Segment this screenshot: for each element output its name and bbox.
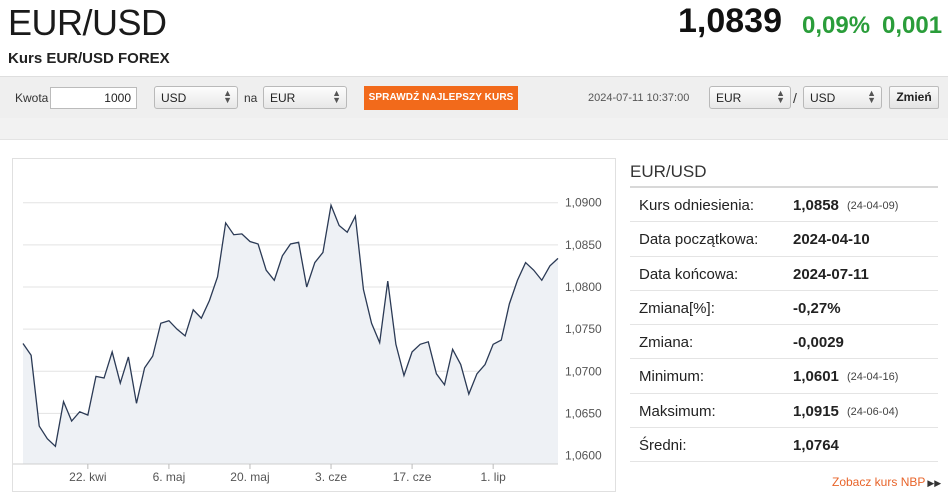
stats-row: Zmiana[%]: -0,27%	[630, 291, 938, 326]
stats-title: EUR/USD	[630, 158, 938, 188]
change-percent: 0,09%	[802, 12, 871, 39]
converter-toolbar: Kwota USD ▲▼ na EUR ▲▼ SPRAWDŹ NAJLEPSZY…	[0, 76, 948, 118]
stats-row-value: 2024-04-10	[793, 231, 870, 249]
stats-rows: Kurs odniesienia: 1,0858 (24-04-09) Data po…	[630, 188, 938, 463]
pair-separator: /	[793, 90, 797, 106]
stats-row-value: 2024-07-11	[793, 265, 869, 283]
nbp-link[interactable]: Zobacz kurs NBP ▶▶	[832, 475, 941, 489]
y-tick-label: 1,0600	[565, 449, 602, 463]
current-price: 1,0839	[678, 2, 782, 40]
pair-base-select[interactable]: EUR ▲ ▼	[709, 86, 791, 109]
x-tick-label: 17. cze	[393, 470, 432, 484]
change-absolute: 0,001	[882, 12, 943, 39]
stats-row-label: Data początkowa:	[639, 231, 759, 249]
stats-panel: EUR/USD Kurs odniesienia: 1,0858 (24-04-09…	[630, 158, 938, 463]
y-tick-label: 1,0800	[565, 280, 602, 294]
y-tick-label: 1,0750	[565, 322, 602, 336]
stats-row: Minimum: 1,0601 (24-04-16)	[630, 359, 938, 394]
from-currency-value: USD	[161, 91, 187, 105]
best-rate-button[interactable]: SPRAWDŹ NAJLEPSZY KURS	[364, 86, 518, 110]
select-arrows-icon: ▲ ▼	[332, 88, 341, 105]
stats-row: Średni: 1,0764	[630, 428, 938, 463]
x-tick-label: 20. maj	[230, 470, 269, 484]
pair-quote-value: USD	[810, 91, 836, 105]
select-arrows-icon: ▲ ▼	[776, 88, 785, 105]
price-chart-svg: 1,0600 1,0650 1,0700 1,0750 1,0800 1,0850 1,09…	[13, 196, 602, 484]
stats-row: Zmiana: -0,0029	[630, 325, 938, 360]
x-tick-label: 6. maj	[153, 470, 186, 484]
nbp-link-label: Zobacz kurs NBP	[832, 475, 926, 489]
stats-row-value: 1,0858	[793, 197, 839, 214]
y-tick-label: 1,0900	[565, 196, 602, 210]
pair-subtitle: Kurs EUR/USD FOREX	[8, 50, 170, 67]
quote-timestamp: 2024-07-11 10:37:00	[588, 92, 690, 104]
stats-row-label: Maksimum:	[639, 402, 716, 420]
x-tick-label: 1. lip	[480, 470, 506, 484]
stats-row-value: 1,0601	[793, 368, 839, 386]
price-chart: 1,0600 1,0650 1,0700 1,0750 1,0800 1,0850 1,09…	[12, 158, 616, 492]
section-divider	[0, 118, 948, 140]
stats-row: Data końcowa: 2024-07-11	[630, 257, 938, 291]
stats-row-label: Kurs odniesienia:	[639, 197, 755, 214]
stats-row-value: 1,0915	[793, 402, 839, 420]
stats-row-value: -0,0029	[793, 334, 844, 352]
stats-row-label: Średni:	[639, 437, 687, 455]
stats-row: Kurs odniesienia: 1,0858 (24-04-09)	[630, 188, 938, 223]
stats-row-date: (24-04-09)	[847, 200, 899, 212]
pair-title: EUR/USD	[8, 2, 167, 43]
stats-row-label: Zmiana[%]:	[639, 299, 715, 317]
y-tick-label: 1,0650	[565, 406, 602, 420]
stats-row-date: (24-06-04)	[847, 405, 899, 418]
double-triangle-right-icon: ▶▶	[927, 478, 942, 488]
to-currency-value: EUR	[270, 91, 296, 105]
select-arrows-icon: ▲ ▼	[867, 88, 876, 105]
stats-row: Maksimum: 1,0915 (24-06-04)	[630, 394, 938, 429]
stats-row-label: Zmiana:	[639, 334, 694, 352]
stats-row-date: (24-04-16)	[847, 371, 899, 384]
stats-row-label: Data końcowa:	[639, 265, 739, 283]
x-tick-label: 3. cze	[315, 470, 347, 484]
stats-row-label: Minimum:	[639, 368, 705, 386]
y-tick-label: 1,0850	[565, 238, 602, 252]
amount-label: Kwota	[15, 91, 49, 105]
pair-quote-select[interactable]: USD ▲ ▼	[803, 86, 882, 109]
change-pair-button[interactable]: Zmień	[889, 86, 939, 109]
stats-row: Data początkowa: 2024-04-10	[630, 222, 938, 257]
header: EUR/USD Kurs EUR/USD FOREX 1,0839 0,09% …	[0, 0, 948, 76]
to-currency-select[interactable]: EUR ▲ ▼	[263, 86, 347, 109]
x-tick-label: 22. kwi	[69, 470, 106, 484]
stats-row-value: 1,0764	[793, 437, 839, 455]
y-tick-label: 1,0700	[565, 364, 602, 378]
to-label: na	[244, 91, 258, 105]
from-currency-select[interactable]: USD ▲ ▼	[154, 86, 238, 109]
stats-row-value: -0,27%	[793, 299, 841, 317]
amount-input[interactable]	[50, 87, 137, 109]
select-arrows-icon: ▲ ▼	[223, 88, 232, 105]
pair-base-value: EUR	[716, 91, 742, 105]
